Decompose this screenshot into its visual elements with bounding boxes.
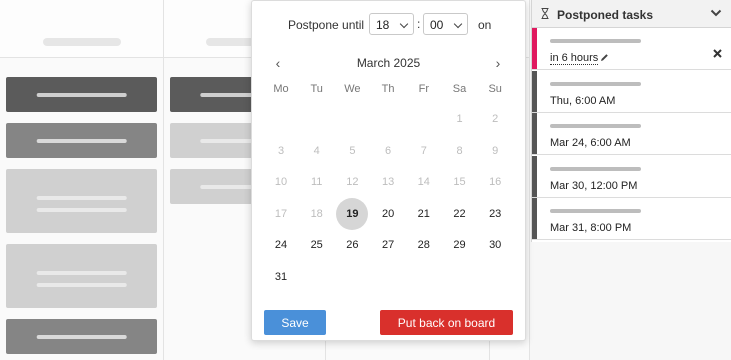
panel-title: Postponed tasks — [557, 8, 654, 22]
color-stripe — [532, 70, 537, 112]
calendar-day: 11 — [310, 176, 323, 189]
calendar-day: 18 — [310, 207, 323, 220]
calendar-day[interactable]: 23 — [479, 198, 511, 230]
postponed-task-item[interactable]: Mar 24, 6:00 AM — [532, 113, 731, 156]
postpone-time-label[interactable]: in 6 hours — [550, 52, 599, 65]
task-card[interactable] — [6, 123, 157, 158]
task-card[interactable] — [6, 319, 157, 354]
save-button[interactable]: Save — [264, 310, 326, 335]
minute-value: 00 — [430, 18, 444, 32]
calendar-day[interactable]: 27 — [372, 229, 404, 261]
postponed-task-item[interactable]: Thu, 6:00 AM — [532, 70, 731, 113]
calendar-day: 4 — [313, 144, 320, 157]
weekday-header: Fr — [418, 83, 429, 95]
calendar-day[interactable]: 20 — [372, 198, 404, 230]
weekday-header: Su — [488, 83, 502, 95]
time-separator: : — [417, 17, 421, 31]
calendar-day: 10 — [274, 176, 288, 189]
task-title-placeholder — [550, 81, 641, 86]
postpone-label: Postpone until — [288, 18, 365, 32]
calendar-day: 7 — [420, 144, 427, 157]
calendar-header: ‹ March 2025 › — [252, 55, 525, 71]
calendar-day: 1 — [456, 113, 463, 125]
task-title-placeholder — [550, 166, 641, 171]
task-card[interactable] — [6, 77, 157, 112]
on-label: on — [478, 18, 492, 32]
put-back-on-board-button[interactable]: Put back on board — [380, 310, 513, 335]
calendar-day: 17 — [274, 207, 288, 220]
task-card[interactable] — [6, 244, 157, 308]
postpone-time-label: Thu, 6:00 AM — [550, 94, 616, 107]
color-stripe — [532, 28, 537, 69]
weekday-header: Sa — [452, 83, 467, 95]
calendar-day: 8 — [456, 144, 463, 157]
weekday-header: Mo — [273, 83, 289, 95]
postpone-time-label: Mar 24, 6:00 AM — [550, 137, 631, 150]
weekday-header: Tu — [310, 83, 323, 95]
color-stripe — [532, 155, 537, 197]
calendar-day[interactable]: 29 — [444, 229, 476, 261]
hourglass-icon — [541, 8, 549, 19]
postpone-time-label: Mar 30, 12:00 PM — [550, 179, 638, 192]
panel-header[interactable]: Postponed tasks — [532, 0, 731, 28]
task-title-placeholder — [550, 209, 641, 214]
calendar-day: 5 — [349, 144, 356, 157]
calendar-day: 3 — [277, 144, 285, 157]
calendar-day[interactable]: 30 — [479, 229, 511, 261]
chevron-right-icon: › — [495, 55, 501, 71]
calendar-day: 6 — [385, 144, 392, 157]
minute-select[interactable]: 00 — [423, 13, 468, 35]
calendar-day[interactable]: 28 — [408, 229, 440, 261]
task-card[interactable] — [6, 169, 157, 233]
calendar-day: 2 — [492, 113, 499, 125]
board-column — [0, 0, 164, 360]
calendar-day: 13 — [381, 176, 395, 189]
task-title-placeholder — [550, 124, 641, 129]
weekday-header: Th — [381, 83, 395, 95]
color-stripe — [532, 198, 537, 240]
calendar-day-today[interactable]: 19 — [336, 197, 369, 230]
calendar-day[interactable]: 24 — [265, 229, 297, 261]
calendar-day[interactable]: 31 — [265, 261, 297, 293]
postponed-task-item[interactable]: Mar 30, 12:00 PM — [532, 155, 731, 198]
pencil-icon[interactable] — [600, 53, 609, 62]
calendar-day: 15 — [453, 176, 466, 189]
calendar-day[interactable]: 26 — [336, 229, 368, 261]
calendar-day: 9 — [492, 144, 499, 157]
weekday-header: We — [344, 83, 361, 95]
postponed-task-item[interactable]: Mar 31, 8:00 PM — [532, 198, 731, 241]
task-title-placeholder — [550, 39, 641, 43]
postponed-tasks-panel: Postponed tasks in 6 hours Thu, 6:00 AM Ma… — [531, 0, 731, 242]
column-header — [0, 0, 163, 58]
next-month-button[interactable]: › — [491, 55, 505, 71]
chevron-down-icon — [453, 19, 463, 29]
postponed-task-item[interactable]: in 6 hours — [532, 28, 731, 70]
hour-select[interactable]: 18 — [369, 13, 414, 35]
month-title: March 2025 — [356, 56, 421, 70]
hour-value: 18 — [376, 18, 390, 32]
calendar-day: 12 — [346, 176, 359, 189]
chevron-down-icon — [399, 19, 409, 29]
close-icon[interactable] — [713, 49, 722, 58]
calendar-day: 14 — [417, 176, 430, 189]
color-stripe — [532, 113, 537, 155]
calendar-day: 16 — [489, 176, 502, 189]
chevron-down-icon[interactable] — [710, 8, 722, 18]
calendar-day[interactable]: 21 — [408, 198, 440, 230]
calendar-day[interactable]: 25 — [301, 229, 333, 261]
postpone-popup: Postpone until 18 : 00 on ‹ March 2025 ›… — [251, 0, 526, 341]
postpone-time-label: Mar 31, 8:00 PM — [550, 222, 632, 235]
postpone-time-row: Postpone until 18 : 00 on — [252, 13, 525, 35]
calendar-day[interactable]: 22 — [444, 198, 476, 230]
